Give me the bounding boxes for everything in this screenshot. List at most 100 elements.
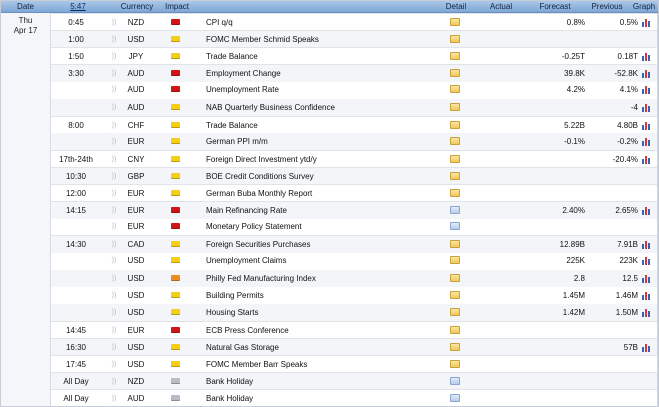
speaker-icon[interactable]: )) (109, 287, 119, 304)
detail-folder-icon[interactable] (450, 35, 460, 44)
speaker-icon[interactable]: )) (109, 270, 119, 287)
table-row[interactable]: 0:45)) NZD CPI q/q 0.8% 0.5% (51, 13, 658, 31)
graph-icon[interactable] (642, 103, 652, 112)
speaker-icon[interactable]: )) (109, 373, 119, 390)
table-row[interactable]: 14:15)) EUR Main Refinancing Rate 2.40% 2.65… (51, 201, 658, 220)
event-title[interactable]: Trade Balance (206, 48, 436, 65)
graph-icon[interactable] (642, 308, 652, 317)
scrollbar[interactable] (657, 13, 658, 406)
graph-icon[interactable] (642, 85, 652, 95)
detail-folder-icon[interactable] (450, 394, 460, 403)
detail-folder-icon[interactable] (450, 102, 460, 111)
header-time-link[interactable]: 5:47 (63, 1, 93, 12)
table-row[interactable]: 14:30)) CAD Foreign Securities Purchases 12… (51, 235, 658, 254)
table-row[interactable]: 14:45)) EUR ECB Press Conference (51, 320, 658, 339)
detail-folder-icon[interactable] (450, 342, 460, 351)
event-title[interactable]: FOMC Member Barr Speaks (206, 356, 436, 373)
event-title[interactable]: Trade Balance (206, 117, 436, 134)
speaker-icon[interactable]: )) (109, 31, 119, 48)
graph-icon[interactable] (642, 155, 652, 164)
graph-icon[interactable] (642, 343, 652, 352)
speaker-icon[interactable]: )) (109, 81, 119, 98)
event-title[interactable]: Building Permits (206, 287, 436, 304)
detail-folder-icon[interactable] (450, 256, 460, 265)
speaker-icon[interactable]: )) (109, 14, 119, 31)
event-title[interactable]: Philly Fed Manufacturing Index (206, 270, 436, 287)
detail-folder-icon[interactable] (450, 273, 460, 282)
event-title[interactable]: FOMC Member Schmid Speaks (206, 31, 436, 48)
detail-folder-icon[interactable] (450, 120, 460, 129)
graph-icon[interactable] (642, 291, 652, 300)
graph-icon[interactable] (642, 52, 652, 62)
detail-folder-icon[interactable] (450, 206, 460, 215)
event-title[interactable]: Bank Holiday (206, 390, 436, 407)
speaker-icon[interactable]: )) (109, 390, 119, 407)
table-row[interactable]: All Day)) AUD Bank Holiday (51, 389, 658, 407)
table-row[interactable]: )) EUR German PPI m/m -0.1% -0.2% (51, 132, 658, 150)
detail-folder-icon[interactable] (450, 85, 460, 94)
table-row[interactable]: 12:00)) EUR German Buba Monthly Report (51, 184, 658, 202)
detail-folder-icon[interactable] (450, 325, 460, 334)
speaker-icon[interactable]: )) (109, 168, 119, 185)
graph-icon[interactable] (642, 18, 652, 27)
table-row[interactable]: 16:30)) USD Natural Gas Storage 57B (51, 337, 658, 356)
event-title[interactable]: Natural Gas Storage (206, 339, 436, 356)
graph-icon[interactable] (642, 256, 652, 266)
table-row[interactable]: )) USD Philly Fed Manufacturing Index 2.8 12… (51, 269, 658, 287)
table-row[interactable]: 17th-24th)) CNY Foreign Direct Investment … (51, 149, 658, 168)
table-row[interactable]: All Day)) NZD Bank Holiday (51, 372, 658, 391)
event-title[interactable]: Housing Starts (206, 304, 436, 321)
detail-folder-icon[interactable] (450, 154, 460, 163)
speaker-icon[interactable]: )) (109, 202, 119, 219)
event-title[interactable]: Foreign Direct Investment ytd/y (206, 151, 436, 168)
speaker-icon[interactable]: )) (109, 218, 119, 235)
event-title[interactable]: German PPI m/m (206, 133, 436, 150)
event-title[interactable]: Main Refinancing Rate (206, 202, 436, 219)
table-row[interactable]: 1:50)) JPY Trade Balance -0.25T 0.18T (51, 47, 658, 65)
graph-icon[interactable] (642, 121, 652, 130)
detail-folder-icon[interactable] (450, 377, 460, 386)
speaker-icon[interactable]: )) (109, 48, 119, 65)
table-row[interactable]: )) USD Building Permits 1.45M 1.46M (51, 287, 658, 304)
speaker-icon[interactable]: )) (109, 236, 119, 253)
detail-folder-icon[interactable] (450, 69, 460, 78)
speaker-icon[interactable]: )) (109, 322, 119, 339)
event-title[interactable]: Bank Holiday (206, 373, 436, 390)
event-title[interactable]: ECB Press Conference (206, 322, 436, 339)
table-row[interactable]: )) USD Housing Starts 1.42M 1.50M (51, 303, 658, 321)
detail-folder-icon[interactable] (450, 360, 460, 368)
event-title[interactable]: BOE Credit Conditions Survey (206, 168, 436, 185)
detail-folder-icon[interactable] (450, 307, 460, 316)
table-row[interactable]: 1:00)) USD FOMC Member Schmid Speaks (51, 30, 658, 49)
event-title[interactable]: Foreign Securities Purchases (206, 236, 436, 253)
graph-icon[interactable] (642, 206, 652, 216)
speaker-icon[interactable]: )) (109, 185, 119, 202)
speaker-icon[interactable]: )) (109, 65, 119, 82)
speaker-icon[interactable]: )) (109, 99, 119, 116)
graph-icon[interactable] (642, 274, 652, 283)
speaker-icon[interactable]: )) (109, 117, 119, 134)
event-title[interactable]: Monetary Policy Statement (206, 218, 436, 235)
event-title[interactable]: CPI q/q (206, 14, 436, 31)
graph-icon[interactable] (642, 240, 652, 250)
speaker-icon[interactable]: )) (109, 339, 119, 356)
table-row[interactable]: 8:00)) CHF Trade Balance 5.22B 4.80B (51, 115, 658, 134)
event-title[interactable]: NAB Quarterly Business Confidence (206, 99, 436, 116)
detail-folder-icon[interactable] (450, 18, 460, 26)
event-title[interactable]: German Buba Monthly Report (206, 185, 436, 202)
speaker-icon[interactable]: )) (109, 151, 119, 168)
graph-icon[interactable] (642, 69, 652, 79)
event-title[interactable]: Unemployment Claims (206, 252, 436, 269)
detail-folder-icon[interactable] (450, 52, 460, 61)
table-row[interactable]: )) AUD Unemployment Rate 4.2% 4.1% (51, 81, 658, 98)
event-title[interactable]: Employment Change (206, 65, 436, 82)
table-row[interactable]: 10:30)) GBP BOE Credit Conditions Survey (51, 166, 658, 185)
event-title[interactable]: Unemployment Rate (206, 81, 436, 98)
table-row[interactable]: )) AUD NAB Quarterly Business Confidence -4 (51, 98, 658, 116)
detail-folder-icon[interactable] (450, 240, 460, 249)
table-row[interactable]: 17:45)) USD FOMC Member Barr Speaks (51, 355, 658, 373)
speaker-icon[interactable]: )) (109, 304, 119, 321)
graph-icon[interactable] (642, 137, 652, 146)
table-row[interactable]: 3:30)) AUD Employment Change 39.8K -52.8K (51, 64, 658, 83)
detail-folder-icon[interactable] (450, 189, 460, 197)
